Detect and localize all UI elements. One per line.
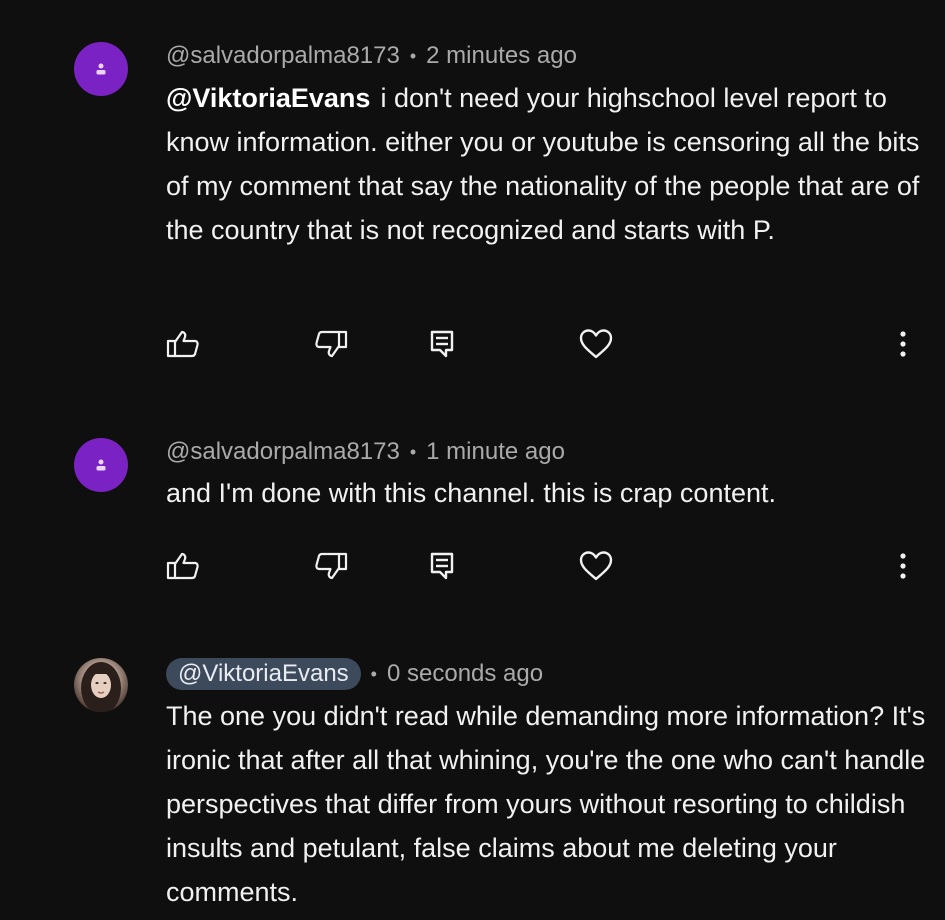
comment-time[interactable]: 0 seconds ago xyxy=(387,660,543,688)
thumb-down-icon xyxy=(315,330,348,358)
user-icon xyxy=(96,459,106,471)
comment-actions xyxy=(0,322,945,366)
more-options-button[interactable] xyxy=(886,322,920,366)
heart-button[interactable] xyxy=(574,544,618,588)
dislike-button[interactable] xyxy=(308,322,354,366)
heart-icon xyxy=(579,551,613,581)
meta-separator: • xyxy=(370,663,377,684)
comment-meta: @ViktoriaEvans • 0 seconds ago xyxy=(166,658,543,690)
avatar[interactable] xyxy=(74,42,128,96)
comment-body: The one you didn't read while demanding … xyxy=(166,701,926,907)
comment-time[interactable]: 2 minutes ago xyxy=(426,42,577,70)
more-options-button[interactable] xyxy=(886,544,920,588)
meta-separator: • xyxy=(409,45,417,66)
meta-separator: • xyxy=(409,441,417,462)
avatar[interactable] xyxy=(74,658,128,712)
thumb-up-icon xyxy=(166,330,199,358)
reply-icon xyxy=(430,552,454,580)
reply-button[interactable] xyxy=(420,544,464,588)
comment-author[interactable]: @salvadorpalma8173 xyxy=(166,42,400,70)
comment-actions xyxy=(0,544,945,588)
profile-photo-icon xyxy=(81,662,121,712)
comment-meta: @salvadorpalma8173 • 2 minutes ago xyxy=(166,41,577,71)
avatar[interactable] xyxy=(74,438,128,492)
mention-link[interactable]: @ViktoriaEvans xyxy=(166,83,370,113)
comment-body: and I'm done with this channel. this is … xyxy=(166,478,776,508)
more-vertical-icon xyxy=(900,553,906,579)
like-button[interactable] xyxy=(160,322,206,366)
comment-time[interactable]: 1 minute ago xyxy=(426,438,565,466)
comment-meta: @salvadorpalma8173 • 1 minute ago xyxy=(166,437,565,467)
dislike-button[interactable] xyxy=(308,544,354,588)
more-vertical-icon xyxy=(900,331,906,357)
comment-author-chip[interactable]: @ViktoriaEvans xyxy=(166,658,361,690)
reply-button[interactable] xyxy=(420,322,464,366)
thumb-up-icon xyxy=(166,552,199,580)
thumb-down-icon xyxy=(315,552,348,580)
comment-text: and I'm done with this channel. this is … xyxy=(166,471,926,515)
comment-text: @ViktoriaEvans i don't need your highscho… xyxy=(166,76,926,252)
comment-author[interactable]: @salvadorpalma8173 xyxy=(166,438,400,466)
reply-icon xyxy=(430,330,454,358)
user-icon xyxy=(96,63,106,75)
comment-text: The one you didn't read while demanding … xyxy=(166,694,926,914)
heart-button[interactable] xyxy=(574,322,618,366)
heart-icon xyxy=(579,329,613,359)
like-button[interactable] xyxy=(160,544,206,588)
